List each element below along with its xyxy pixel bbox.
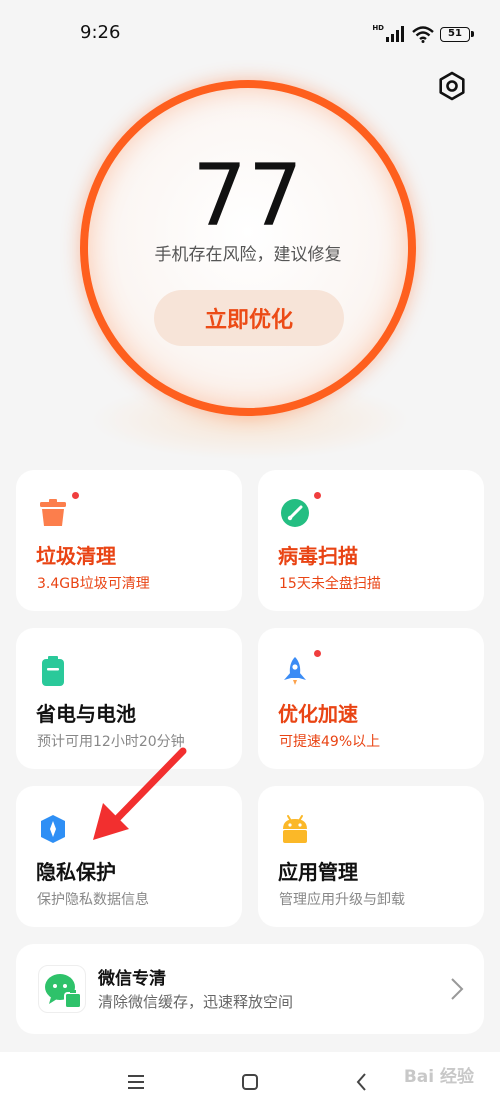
wechat-clean-row[interactable]: 微信专清 清除微信缓存，迅速释放空间 [16,944,484,1034]
tile-subtitle: 管理应用升级与卸载 [279,892,405,908]
tile-privacy-protection[interactable]: 隐私保护 保护隐私数据信息 [16,786,242,927]
tile-title: 优化加速 [278,702,358,726]
score-panel: 77 手机存在风险，建议修复 立即优化 [80,80,416,416]
status-icons: HD 51 [372,23,474,44]
tile-title: 垃圾清理 [36,544,116,568]
alert-dot [314,492,321,499]
tile-subtitle: 3.4GB垃圾可清理 [37,576,150,592]
menu-icon[interactable] [124,1070,148,1094]
alert-dot [314,650,321,657]
back-icon[interactable] [350,1070,374,1094]
tile-subtitle: 保护隐私数据信息 [37,892,149,908]
battery-indicator: 51 [440,26,474,42]
virus-scan-icon [281,499,309,527]
tile-title: 病毒扫描 [278,544,358,568]
score-value: 77 [192,146,304,246]
tile-battery[interactable]: 省电与电池 预计可用12小时20分钟 [16,628,242,769]
score-message: 手机存在风险，建议修复 [154,245,342,265]
network-type-label: HD [372,23,384,32]
tile-app-management[interactable]: 应用管理 管理应用升级与卸载 [258,786,484,927]
rocket-icon [284,657,306,685]
android-icon [283,815,307,843]
tile-subtitle: 预计可用12小时20分钟 [37,734,185,750]
optimize-now-button[interactable]: 立即优化 [154,290,344,346]
status-time: 9:26 [80,22,121,43]
wifi-icon [412,25,434,43]
wechat-clean-subtitle: 清除微信缓存，迅速释放空间 [98,993,294,1011]
wechat-clean-icon [38,965,86,1013]
tile-junk-cleanup[interactable]: 垃圾清理 3.4GB垃圾可清理 [16,470,242,611]
gear-icon[interactable] [436,70,468,102]
tile-title: 应用管理 [278,860,358,884]
alert-dot [72,492,79,499]
watermark-text: Bai 经验 [403,1067,474,1087]
tile-title: 隐私保护 [36,860,116,884]
home-icon[interactable] [238,1070,262,1094]
tile-subtitle: 15天未全盘扫描 [279,576,381,592]
tile-subtitle: 可提速49%以上 [279,734,381,750]
chevron-right-icon [451,978,464,1000]
tile-virus-scan[interactable]: 病毒扫描 15天未全盘扫描 [258,470,484,611]
privacy-shield-icon [41,815,65,843]
tile-speed-boost[interactable]: 优化加速 可提速49%以上 [258,628,484,769]
status-bar: 9:26 HD 51 [0,0,500,70]
trash-icon [40,499,66,526]
security-center-screen: 9:26 HD 51 77 手机存在风险，建议修复 立即优化 垃圾清理 3.4G… [0,0,500,1111]
tile-title: 省电与电池 [36,702,136,726]
wechat-clean-title: 微信专清 [98,969,166,989]
signal-icon [386,26,404,42]
battery-icon [42,656,64,686]
